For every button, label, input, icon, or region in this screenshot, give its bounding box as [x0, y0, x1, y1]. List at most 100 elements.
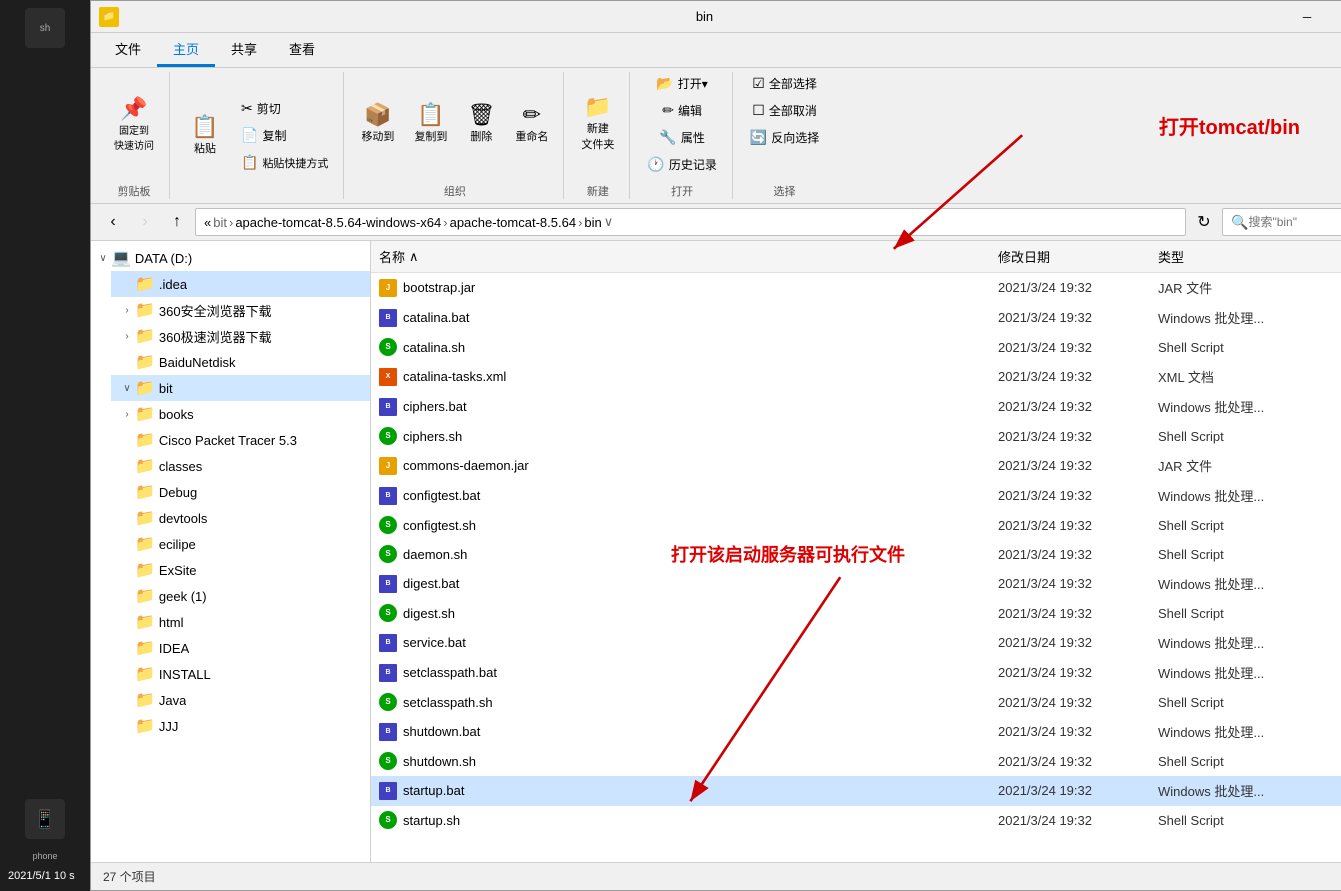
- open-buttons: 📂 打开▾ ✏ 编辑 🔧 属性 🕐 历史记: [640, 72, 723, 176]
- file-cell-date: 2021/3/24 19:32: [990, 603, 1150, 624]
- file-row[interactable]: J commons-daemon.jar 2021/3/24 19:32 JAR…: [371, 451, 1341, 481]
- folder-icon-exsite: 📁: [135, 560, 155, 580]
- copy-to-button[interactable]: 📋 复制到: [407, 99, 454, 149]
- path-root[interactable]: «: [204, 215, 211, 230]
- tree-item-debug[interactable]: 📁 Debug: [111, 479, 370, 505]
- col-header-name[interactable]: 名称 ∧: [371, 243, 990, 270]
- history-button[interactable]: 🕐 历史记录: [640, 153, 723, 176]
- select-all-icon: ☑: [752, 75, 765, 92]
- col-header-type[interactable]: 类型: [1150, 243, 1341, 270]
- file-row[interactable]: S daemon.sh 2021/3/24 19:32 Shell Script: [371, 540, 1341, 569]
- tree-item-install[interactable]: 📁 INSTALL: [111, 661, 370, 687]
- back-button[interactable]: ‹: [99, 208, 127, 236]
- tree-item-360safe[interactable]: › 📁 360安全浏览器下载: [111, 297, 370, 323]
- properties-button[interactable]: 🔧 属性: [652, 126, 711, 149]
- expand-ecilipe: [119, 536, 135, 552]
- rename-label: 重命名: [515, 128, 548, 144]
- window-title: bin: [125, 9, 1284, 24]
- tree-item-idea[interactable]: 📁 .idea: [111, 271, 370, 297]
- ribbon-tab-file[interactable]: 文件: [99, 33, 157, 67]
- tree-item-baidu[interactable]: 📁 BaiduNetdisk: [111, 349, 370, 375]
- forward-button[interactable]: ›: [131, 208, 159, 236]
- search-box[interactable]: 🔍: [1222, 208, 1341, 236]
- delete-button[interactable]: 🗑 删除: [460, 99, 502, 149]
- paste-shortcut-button[interactable]: 📋 粘贴快捷方式: [234, 151, 335, 174]
- select-invert-button[interactable]: 🔄 反向选择: [743, 126, 826, 149]
- col-header-date[interactable]: 修改日期: [990, 243, 1150, 270]
- tree-item-html[interactable]: 📁 html: [111, 609, 370, 635]
- maximize-button[interactable]: □: [1330, 1, 1341, 33]
- paste-button[interactable]: 📋 粘贴: [180, 111, 230, 161]
- tree-label-idea: .idea: [159, 277, 187, 292]
- file-row[interactable]: S ciphers.sh 2021/3/24 19:32 Shell Scrip…: [371, 422, 1341, 451]
- tree-item-bit[interactable]: ∨ 📁 bit: [111, 375, 370, 401]
- window: 📁 bin ─ □ ✕ 文件 主页 共享 查看 ∧ ?: [90, 0, 1341, 891]
- file-name: startup.bat: [403, 783, 464, 798]
- tree-item-classes[interactable]: 📁 classes: [111, 453, 370, 479]
- tree-item-java[interactable]: 📁 Java: [111, 687, 370, 713]
- file-cell-date: 2021/3/24 19:32: [990, 337, 1150, 358]
- minimize-button[interactable]: ─: [1284, 1, 1330, 33]
- file-row[interactable]: S digest.sh 2021/3/24 19:32 Shell Script: [371, 599, 1341, 628]
- new-folder-button[interactable]: 📁 新建 文件夹: [574, 91, 621, 157]
- file-row[interactable]: B configtest.bat 2021/3/24 19:32 Windows…: [371, 481, 1341, 511]
- file-row[interactable]: B shutdown.bat 2021/3/24 19:32 Windows 批…: [371, 717, 1341, 747]
- pin-label: 固定到 快速访问: [114, 122, 154, 152]
- select-all-button[interactable]: ☑ 全部选择: [745, 72, 824, 95]
- tree-item-jjj[interactable]: 📁 JJJ: [111, 713, 370, 739]
- expand-360ext[interactable]: ›: [119, 328, 135, 344]
- path-apache-full[interactable]: apache-tomcat-8.5.64-windows-x64: [235, 215, 441, 230]
- tree-item-cisco[interactable]: 📁 Cisco Packet Tracer 5.3: [111, 427, 370, 453]
- tree-label-debug: Debug: [159, 485, 197, 500]
- open-button[interactable]: 📂 打开▾: [649, 72, 714, 95]
- tree-item-ecilipe[interactable]: 📁 ecilipe: [111, 531, 370, 557]
- path-apache-short[interactable]: apache-tomcat-8.5.64: [450, 215, 576, 230]
- path-dropdown[interactable]: ∨: [604, 214, 614, 230]
- ribbon-tab-home[interactable]: 主页: [157, 33, 215, 67]
- copy-icon: 📄: [241, 127, 258, 144]
- file-row[interactable]: B catalina.bat 2021/3/24 19:32 Windows 批…: [371, 303, 1341, 333]
- file-row[interactable]: S setclasspath.sh 2021/3/24 19:32 Shell …: [371, 688, 1341, 717]
- file-row[interactable]: X catalina-tasks.xml 2021/3/24 19:32 XML…: [371, 362, 1341, 392]
- file-cell-type: JAR 文件: [1150, 453, 1341, 478]
- file-row[interactable]: S catalina.sh 2021/3/24 19:32 Shell Scri…: [371, 333, 1341, 362]
- file-row[interactable]: S configtest.sh 2021/3/24 19:32 Shell Sc…: [371, 511, 1341, 540]
- file-row[interactable]: B service.bat 2021/3/24 19:32 Windows 批处…: [371, 628, 1341, 658]
- select-none-button[interactable]: ☐ 全部取消: [745, 99, 824, 122]
- tree-item-360ext[interactable]: › 📁 360极速浏览器下载: [111, 323, 370, 349]
- file-cell-type: Windows 批处理...: [1150, 778, 1341, 803]
- file-row[interactable]: B setclasspath.bat 2021/3/24 19:32 Windo…: [371, 658, 1341, 688]
- file-row[interactable]: B digest.bat 2021/3/24 19:32 Windows 批处理…: [371, 569, 1341, 599]
- expand-bit[interactable]: ∨: [119, 380, 135, 396]
- tree-item-exsite[interactable]: 📁 ExSite: [111, 557, 370, 583]
- tree-item-idea2[interactable]: 📁 IDEA: [111, 635, 370, 661]
- copy-button[interactable]: 📄 复制: [234, 124, 335, 147]
- tree-item-data-d[interactable]: ∨ 💻 DATA (D:): [91, 245, 370, 271]
- tree-item-geek[interactable]: 📁 geek (1): [111, 583, 370, 609]
- tree-item-books[interactable]: › 📁 books: [111, 401, 370, 427]
- file-row[interactable]: S startup.sh 2021/3/24 19:32 Shell Scrip…: [371, 806, 1341, 835]
- edit-button[interactable]: ✏ 编辑: [655, 99, 709, 122]
- tree-item-devtools[interactable]: 📁 devtools: [111, 505, 370, 531]
- expand-data-d[interactable]: ∨: [95, 250, 111, 266]
- pin-to-quickaccess-button[interactable]: 📌 固定到 快速访问: [107, 91, 161, 157]
- sidebar-icon-phone[interactable]: 📱: [25, 799, 65, 839]
- sidebar-icon-shell[interactable]: sh: [25, 8, 65, 48]
- refresh-button[interactable]: ↻: [1190, 208, 1218, 236]
- ribbon-tab-view[interactable]: 查看: [273, 33, 331, 67]
- move-to-button[interactable]: 📦 移动到: [354, 99, 401, 149]
- file-row[interactable]: S shutdown.sh 2021/3/24 19:32 Shell Scri…: [371, 747, 1341, 776]
- ribbon-tab-share[interactable]: 共享: [215, 33, 273, 67]
- expand-books[interactable]: ›: [119, 406, 135, 422]
- cut-button[interactable]: ✂ 剪切: [234, 97, 335, 120]
- search-input[interactable]: [1248, 215, 1341, 229]
- up-button[interactable]: ↑: [163, 208, 191, 236]
- expand-360safe[interactable]: ›: [119, 302, 135, 318]
- file-row[interactable]: J bootstrap.jar 2021/3/24 19:32 JAR 文件 3: [371, 273, 1341, 303]
- file-row[interactable]: B startup.bat 2021/3/24 19:32 Windows 批处…: [371, 776, 1341, 806]
- new-folder-label: 新建 文件夹: [581, 120, 614, 152]
- address-path[interactable]: « bit › apache-tomcat-8.5.64-windows-x64…: [195, 208, 1186, 236]
- window-controls: ─ □ ✕: [1284, 1, 1341, 33]
- rename-button[interactable]: ✏ 重命名: [508, 99, 555, 149]
- file-row[interactable]: B ciphers.bat 2021/3/24 19:32 Windows 批处…: [371, 392, 1341, 422]
